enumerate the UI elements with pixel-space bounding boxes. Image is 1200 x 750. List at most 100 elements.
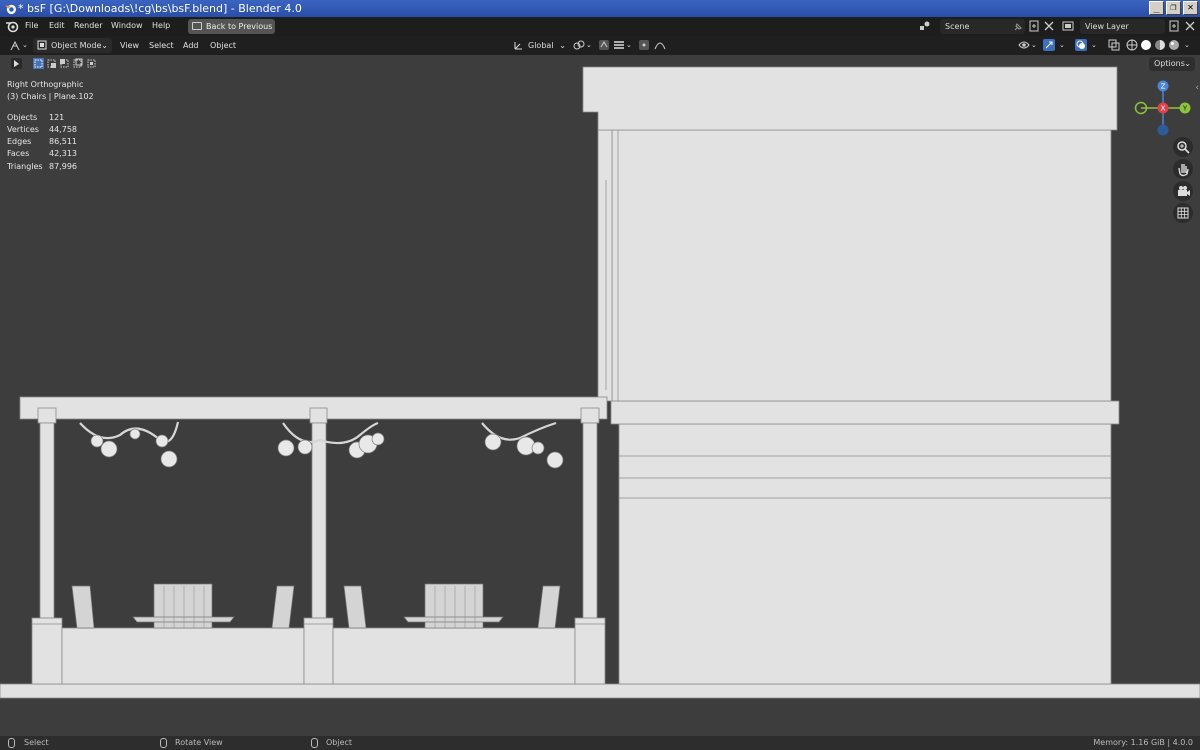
status-bar: Select Rotate View Object Memory: 1.16 G…	[0, 736, 1200, 750]
select-invert-icon[interactable]	[72, 58, 83, 69]
select-subtract-icon[interactable]	[59, 58, 70, 69]
menu-window[interactable]: Window	[111, 20, 143, 32]
post-left	[39, 422, 55, 619]
select-tool-icon[interactable]	[11, 58, 22, 69]
chevron-down-icon: ⌄	[559, 41, 566, 50]
scene-icon[interactable]	[919, 20, 931, 32]
menu-view[interactable]: View	[120, 40, 139, 51]
mouse-right-icon	[311, 738, 318, 748]
back-to-previous-label: Back to Previous	[206, 22, 273, 31]
select-intersect-icon[interactable]	[86, 58, 97, 69]
chevron-down-icon: ⌄	[1091, 41, 1097, 49]
post-right	[582, 422, 598, 619]
view-layer-field[interactable]: View Layer	[1080, 19, 1165, 34]
delete-scene-icon[interactable]	[1043, 20, 1055, 32]
pivot-point-icon[interactable]	[573, 39, 585, 51]
zoom-icon	[1177, 141, 1190, 154]
hand-icon	[1178, 164, 1189, 177]
menu-select[interactable]: Select	[149, 40, 174, 51]
chevron-down-icon: ⌄	[1059, 41, 1065, 49]
light-bulbs	[90, 428, 564, 469]
delete-view-layer-icon[interactable]	[1184, 20, 1196, 32]
xray-icon[interactable]	[1108, 39, 1120, 51]
close-button[interactable]: ✕	[1183, 1, 1198, 15]
menu-edit[interactable]: Edit	[49, 20, 65, 32]
mouse-left-icon	[8, 738, 15, 748]
chevron-down-icon: ⌄	[626, 41, 632, 49]
wireframe-shading-icon[interactable]	[1126, 39, 1138, 51]
options-label: Options	[1154, 59, 1185, 68]
select-extend-icon[interactable]	[46, 58, 57, 69]
chevron-down-icon: ⌄	[1031, 41, 1037, 49]
pan-button[interactable]	[1173, 159, 1193, 179]
building-upper	[611, 129, 1112, 402]
viewport-info-overlay: Right Orthographic (3) Chairs | Plane.10…	[7, 79, 94, 173]
building-roof	[582, 66, 1118, 131]
restore-button[interactable]: ❐	[1166, 1, 1181, 15]
view-layer-icon[interactable]	[1062, 20, 1074, 32]
snap-target-icon[interactable]	[613, 39, 625, 51]
navigation-gizmo[interactable]: Z X Y	[1132, 80, 1192, 140]
menu-help[interactable]: Help	[152, 20, 170, 32]
select-new-icon[interactable]	[33, 58, 44, 69]
proportional-edit-icon[interactable]	[638, 39, 650, 51]
chevron-down-icon: ⌄	[22, 41, 28, 49]
view-name: Right Orthographic	[7, 80, 84, 89]
visibility-icon[interactable]	[1018, 39, 1030, 51]
stat-vertices: Vertices 44,758	[7, 124, 77, 134]
window-titlebar: * bsF [G:\Downloads\!cg\bs\bsF.blend] - …	[0, 0, 1200, 17]
chevron-down-icon: ⌄	[101, 41, 108, 50]
gizmo-toggle-icon[interactable]	[1043, 39, 1055, 51]
options-button[interactable]: Options ⌄	[1149, 57, 1195, 71]
screen-icon	[192, 22, 202, 30]
collection-info: (3) Chairs | Plane.102	[7, 92, 94, 102]
3d-viewport[interactable]: Right Orthographic (3) Chairs | Plane.10…	[0, 55, 1200, 736]
minimize-button[interactable]: _	[1149, 1, 1164, 15]
new-view-layer-icon[interactable]	[1168, 20, 1180, 32]
back-to-previous-button[interactable]: Back to Previous	[188, 19, 275, 34]
blender-logo-icon[interactable]	[5, 20, 19, 33]
overlays-icon[interactable]	[1075, 39, 1087, 51]
falloff-icon[interactable]	[654, 39, 666, 51]
gizmo-x-label: X	[1161, 105, 1166, 113]
ground-slab	[0, 683, 1200, 699]
building-side-trim	[597, 129, 613, 402]
mouse-middle-icon	[160, 738, 167, 748]
stat-triangles: Triangles 87,996	[7, 161, 77, 171]
solid-shading-icon[interactable]	[1140, 39, 1152, 51]
gizmo-z-label: Z	[1161, 83, 1166, 91]
new-scene-icon[interactable]	[1028, 20, 1040, 32]
camera-icon	[1178, 186, 1190, 196]
viewport-header: ⌄ Object Mode ⌄ View Select Add Object G…	[0, 36, 1200, 55]
editor-type-icon[interactable]	[9, 40, 21, 52]
grid-icon	[1177, 207, 1189, 219]
status-object: Object	[326, 738, 353, 747]
sidebar-toggle-icon[interactable]: ‹	[1195, 83, 1199, 93]
mode-dropdown[interactable]: Object Mode ⌄	[33, 38, 112, 53]
orientation-icon	[514, 42, 522, 50]
pin-icon[interactable]	[1012, 21, 1024, 33]
scene-model	[0, 66, 1200, 699]
menu-add[interactable]: Add	[183, 40, 199, 51]
stat-faces: Faces 42,313	[7, 149, 77, 159]
zoom-button[interactable]	[1173, 137, 1193, 157]
rendered-shading-icon[interactable]	[1168, 39, 1180, 51]
orientation-label: Global	[528, 41, 554, 50]
material-shading-icon[interactable]	[1154, 39, 1166, 51]
view-layer-name: View Layer	[1085, 22, 1129, 31]
building-cornice	[610, 400, 1120, 425]
planter-base-right	[574, 617, 606, 685]
mode-label: Object Mode	[51, 41, 102, 50]
menu-object[interactable]: Object	[210, 40, 236, 51]
scene-name: Scene	[945, 22, 970, 31]
menu-file[interactable]: File	[25, 20, 38, 32]
camera-view-button[interactable]	[1173, 181, 1193, 201]
menu-render[interactable]: Render	[74, 20, 102, 32]
status-select: Select	[24, 738, 49, 747]
post-mid	[311, 422, 327, 619]
object-mode-icon	[37, 40, 47, 50]
chevron-down-icon: ⌄	[1184, 59, 1191, 68]
transform-orientation-dropdown[interactable]: Global ⌄	[510, 38, 568, 53]
snap-icon[interactable]	[598, 39, 610, 51]
perspective-toggle-button[interactable]	[1173, 203, 1193, 223]
